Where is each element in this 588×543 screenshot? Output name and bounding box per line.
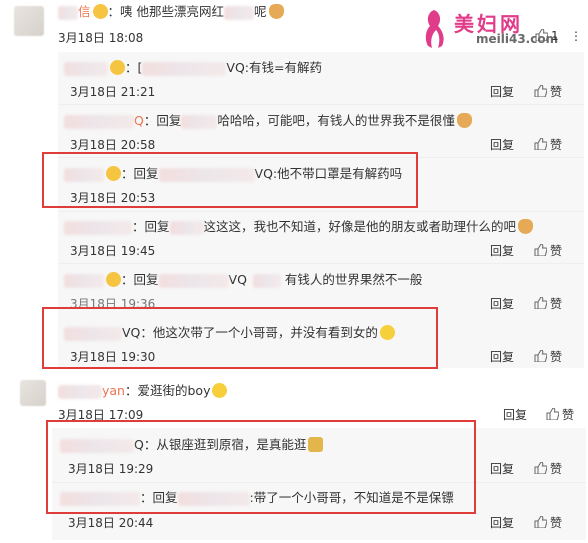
like-button[interactable]: 赞 [534, 83, 562, 100]
divider [58, 263, 584, 264]
reply-button[interactable]: 回复 [490, 242, 514, 259]
divider [58, 211, 584, 212]
divider [58, 104, 584, 105]
comment-time: 3月18日 18:08 [58, 31, 144, 45]
emoji-icon [106, 272, 121, 287]
reply-time: 3月18日 20:44 [68, 516, 154, 530]
thumb-up-icon [535, 29, 548, 41]
reply-time: 3月18日 19:45 [70, 244, 156, 258]
like-button[interactable]: 赞 [534, 136, 562, 153]
reply-button[interactable]: 回复 [490, 514, 514, 531]
reply-button[interactable]: 回复 [490, 460, 514, 477]
like-button[interactable]: 赞 [546, 406, 574, 423]
like-button[interactable]: 赞 [534, 514, 562, 531]
avatar[interactable] [14, 6, 44, 36]
cat-emoji-icon [456, 113, 472, 128]
reply-text: ：[VQ:有钱=有解药 [64, 60, 322, 76]
reply-button[interactable]: 回复 [490, 136, 514, 153]
like-button[interactable]: 赞 [534, 295, 562, 312]
like-button[interactable]: 赞 [534, 242, 562, 259]
reply-text: Q：回复 哈哈哈，可能吧，有钱人的世界我不是很懂 [64, 113, 472, 129]
thumb-up-icon [534, 297, 547, 309]
more-icon[interactable]: ⋮ [570, 29, 582, 43]
reply-time: 3月18日 20:58 [70, 138, 156, 152]
thumb-up-icon [534, 516, 547, 528]
reply-button[interactable]: 回复 [490, 348, 514, 365]
site-watermark: 美妇网 meili43.com [418, 6, 568, 50]
like-button[interactable]: 赞 [534, 460, 562, 477]
reply-button[interactable]: 回复 [503, 406, 527, 423]
reply-text: ：回复 VQ 有钱人的世界果然不一般 [64, 272, 422, 288]
reply-time: 3月18日 21:21 [70, 85, 156, 99]
highlight-box [42, 307, 438, 369]
thumb-up-icon [546, 408, 559, 420]
reply-button[interactable]: 回复 [490, 83, 514, 100]
thumb-up-icon [534, 462, 547, 474]
avatar[interactable] [20, 380, 46, 406]
watermark-figure-icon [425, 10, 444, 48]
like-button[interactable]: 1 [535, 29, 559, 43]
cat-emoji-icon [268, 4, 284, 19]
thumb-up-icon [534, 244, 547, 256]
emoji-icon [92, 4, 108, 19]
highlight-box [46, 420, 476, 514]
comment-text: 信：咦 他那些漂亮网红呢 [58, 4, 284, 20]
highlight-box [42, 152, 418, 208]
comment-text: yan：爱逛街的boy [58, 383, 228, 399]
cat-emoji-icon [518, 219, 534, 234]
like-button[interactable]: 赞 [534, 348, 562, 365]
thumb-up-icon [534, 138, 547, 150]
emoji-icon [212, 383, 228, 398]
thumb-up-icon [534, 85, 547, 97]
reply-button[interactable]: 回复 [490, 295, 514, 312]
reply-text: ：回复 这这这，我也不知道，好像是他的朋友或者助理什么的吧 [64, 219, 534, 235]
thumb-up-icon [534, 350, 547, 362]
emoji-icon [110, 60, 125, 75]
